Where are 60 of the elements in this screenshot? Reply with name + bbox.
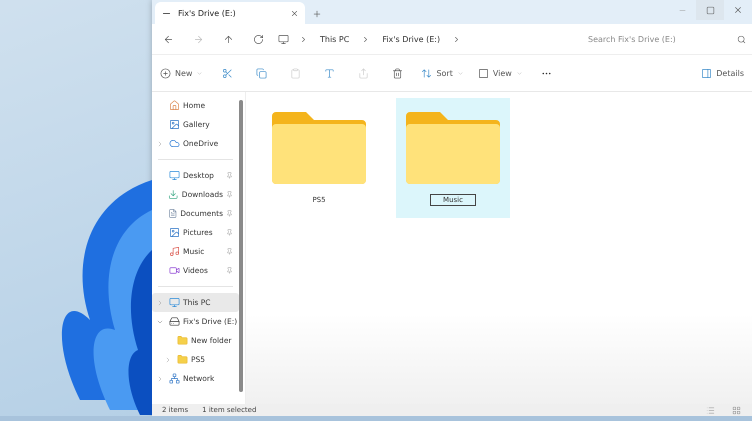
monitor-icon [278,34,289,44]
chevron-right-icon [164,356,172,364]
breadcrumb[interactable]: Fix's Drive (E:) [380,34,442,44]
music-icon [169,246,180,257]
copy-icon [256,68,267,78]
back-icon [162,34,174,44]
new-button[interactable]: New [160,68,204,78]
view-icon [478,68,489,78]
download-icon [168,189,179,200]
share-icon [358,68,369,78]
sort-icon [421,68,432,78]
chevron-down-icon [516,70,523,76]
chevron-right-icon [156,140,164,148]
list-icon [706,406,714,414]
pin-icon [226,191,233,198]
rename-icon [324,68,335,78]
chevron-down-icon [456,70,464,76]
close-icon [290,8,299,18]
breadcrumb[interactable]: This PC [318,34,352,44]
chevron-right-icon [299,34,308,44]
search-icon [737,34,746,44]
details-button[interactable]: Details [701,68,744,78]
scrollbar[interactable] [239,100,243,392]
image-icon [169,119,180,130]
chevron-down-icon [196,70,204,76]
panel-icon [701,68,712,78]
forward-icon [192,34,204,44]
maximize-icon [706,6,714,14]
maximize-button[interactable] [696,0,724,20]
pin-icon [226,172,233,179]
folder-icon [177,354,188,365]
grid-icon [732,406,740,414]
video-icon [169,265,180,276]
monitor-icon [169,297,180,308]
chevron-right-icon [156,374,164,382]
pin-icon [226,210,233,217]
document-icon [168,208,178,219]
sort-button[interactable]: Sort [421,68,464,78]
chevron-right-icon [156,298,164,306]
close-icon [733,5,743,15]
view-button[interactable]: View [478,68,523,78]
scissors-icon [222,68,233,78]
pin-icon [226,267,233,274]
plus-circle-icon [160,68,171,78]
pin-icon [226,229,233,236]
plus-icon [312,9,322,19]
image-icon [169,227,180,238]
search-field[interactable]: Search Fix's Drive (E:) [586,34,746,44]
network-icon [169,373,180,384]
pin-icon [226,248,233,255]
clipboard-icon [290,68,301,78]
trash-icon [392,68,403,78]
home-icon [169,100,180,111]
folder-icon [177,335,188,346]
up-icon [222,34,234,44]
tab[interactable]: Fix's Drive (E:) [155,2,305,24]
cloud-icon [169,138,180,149]
tiles-view-button[interactable] [730,404,742,416]
monitor-icon [169,170,180,181]
refresh-icon [252,34,264,44]
